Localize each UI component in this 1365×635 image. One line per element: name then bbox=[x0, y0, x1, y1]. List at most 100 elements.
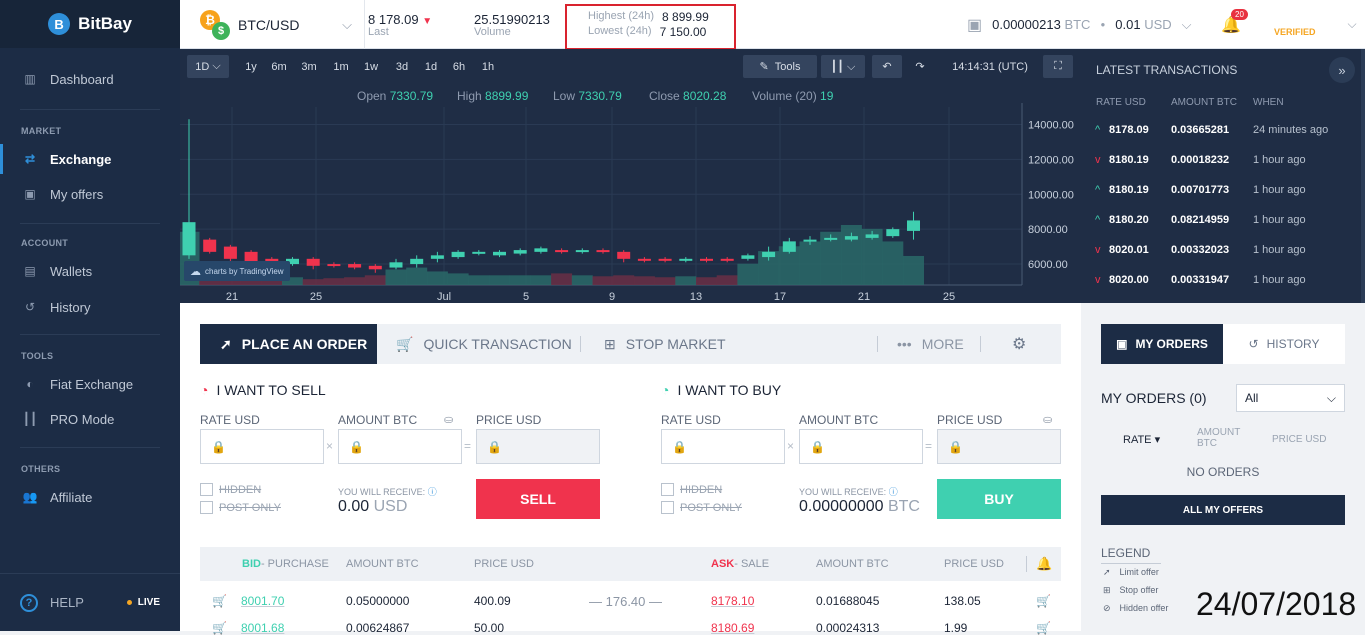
candle-body bbox=[430, 255, 444, 259]
buy-title-text: I WANT TO BUY bbox=[677, 382, 782, 398]
bell-icon[interactable]: 🔔 bbox=[1036, 547, 1052, 581]
divider bbox=[1026, 556, 1027, 572]
sidebar-item-my-offers[interactable]: ▣ My offers bbox=[0, 179, 180, 209]
sidebar-item-label: Wallets bbox=[50, 263, 93, 279]
cart-icon[interactable]: 🛒 bbox=[1036, 621, 1051, 635]
coins-icon[interactable]: ⛀ bbox=[1043, 413, 1052, 426]
bid-label: BID bbox=[242, 558, 261, 570]
account-menu[interactable]: VERIFIED ⌵ bbox=[1274, 0, 1357, 49]
buy-receive-value: 0.00000000 BTC bbox=[799, 498, 920, 516]
balance-display[interactable]: ▣ 0.00000213 BTC ● 0.01 USD ⌵ bbox=[967, 0, 1192, 49]
sidebar-item-history[interactable]: ↺ History bbox=[0, 292, 180, 322]
user-badge-icon: ▣ bbox=[1116, 337, 1128, 351]
sell-button[interactable]: SELL bbox=[476, 479, 600, 519]
info-icon[interactable]: ⓘ bbox=[428, 487, 437, 497]
checkbox[interactable] bbox=[200, 501, 213, 514]
buy-hidden-checkbox[interactable]: HIDDEN bbox=[661, 483, 722, 496]
bid-amount: 0.05000000 bbox=[346, 594, 410, 608]
scrollbar[interactable] bbox=[1361, 49, 1365, 303]
ask-label: ASK bbox=[711, 558, 735, 570]
fiat-exchange-icon: ◐ bbox=[26, 377, 34, 391]
sidebar-item-pro-mode[interactable]: ┃┃ PRO Mode bbox=[0, 404, 180, 434]
notifications-button[interactable]: 🔔 20 bbox=[1221, 0, 1248, 49]
bid-heading: BID - PURCHASE bbox=[242, 547, 329, 581]
volume-bar bbox=[385, 269, 407, 285]
sell-price-input[interactable]: 🔒 bbox=[476, 429, 600, 464]
cloud-icon: ☁ bbox=[190, 265, 201, 278]
checkbox[interactable] bbox=[200, 483, 213, 496]
candle-body bbox=[596, 250, 610, 253]
volume-bar bbox=[882, 241, 904, 285]
divider bbox=[980, 336, 981, 352]
x-tick-label: Jul bbox=[437, 291, 451, 303]
x-tick-label: 25 bbox=[943, 291, 955, 303]
bid-rate[interactable]: 8001.68 bbox=[241, 621, 337, 635]
all-my-offers-button[interactable]: ALL MY OFFERS bbox=[1101, 495, 1345, 525]
buy-button[interactable]: BUY bbox=[937, 479, 1061, 519]
help-link[interactable]: HELP bbox=[50, 595, 84, 610]
settings-button[interactable]: ⚙ bbox=[1012, 324, 1026, 364]
info-icon[interactable]: ⓘ bbox=[889, 487, 898, 497]
orders-filter-select[interactable]: All ⌵ bbox=[1236, 384, 1345, 412]
tab-place-order[interactable]: ➚ PLACE AN ORDER bbox=[200, 324, 377, 364]
tab-stop-market[interactable]: ⊞ STOP MARKET bbox=[604, 324, 726, 364]
buy-rate-input[interactable]: 🔒 bbox=[661, 429, 785, 464]
transaction-amount: 0.03665281 bbox=[1171, 124, 1230, 136]
volume-bar bbox=[716, 275, 738, 285]
volume-bar bbox=[509, 275, 531, 285]
bid-rest-label: - PURCHASE bbox=[260, 558, 329, 570]
sidebar-item-dashboard[interactable]: ▥ Dashboard bbox=[0, 64, 180, 94]
collapse-panel-button[interactable]: » bbox=[1329, 57, 1355, 83]
sell-rate-input[interactable]: 🔒 bbox=[200, 429, 324, 464]
cart-icon[interactable]: 🛒 bbox=[1036, 594, 1051, 608]
bid-rate[interactable]: 8001.70 bbox=[241, 594, 337, 608]
checkbox[interactable] bbox=[661, 483, 674, 496]
sidebar-item-wallets[interactable]: ▤ Wallets bbox=[0, 256, 180, 286]
sell-post-only-checkbox[interactable]: POST ONLY bbox=[200, 501, 281, 514]
checkbox[interactable] bbox=[661, 501, 674, 514]
tab-history[interactable]: ↺ HISTORY bbox=[1223, 324, 1345, 364]
sidebar-item-exchange[interactable]: ⇄ Exchange bbox=[0, 144, 180, 174]
candle-body bbox=[803, 239, 817, 242]
transaction-when: 1 hour ago bbox=[1253, 244, 1306, 256]
transaction-row: v 8020.01 0.00332023 1 hour ago bbox=[1095, 235, 1355, 265]
ask-rate[interactable]: 8178.10 bbox=[711, 594, 807, 608]
candlestick-plot[interactable]: 14000.00 12000.00 10000.00 8000.00 6000.00 21… bbox=[180, 49, 1083, 303]
sell-amount-input[interactable]: 🔒 bbox=[338, 429, 462, 464]
transaction-when: 1 hour ago bbox=[1253, 214, 1306, 226]
lock-icon: 🔒 bbox=[810, 439, 825, 454]
transaction-rate: 8020.01 bbox=[1109, 244, 1149, 256]
sidebar-item-fiat-exchange[interactable]: ◐ Fiat Exchange bbox=[0, 369, 180, 399]
buy-amount-input[interactable]: 🔒 bbox=[799, 429, 923, 464]
receive-amount: 0.00 bbox=[338, 498, 370, 515]
last-label: Last bbox=[368, 26, 389, 38]
sell-hidden-checkbox[interactable]: HIDDEN bbox=[200, 483, 261, 496]
tab-my-orders[interactable]: ▣ MY ORDERS bbox=[1101, 324, 1223, 364]
brand-logo[interactable]: B BitBay bbox=[0, 0, 180, 48]
cart-icon[interactable]: 🛒 bbox=[212, 621, 227, 635]
candle-body bbox=[637, 258, 651, 261]
ask-price: 1.99 bbox=[944, 621, 968, 635]
col-rate-sort[interactable]: RATE ▾ bbox=[1123, 433, 1160, 446]
coins-icon[interactable]: ⛀ bbox=[444, 413, 453, 426]
checkbox-label: POST ONLY bbox=[680, 501, 742, 514]
volume-bar bbox=[302, 279, 324, 285]
buy-post-only-checkbox[interactable]: POST ONLY bbox=[661, 501, 742, 514]
cart-icon[interactable]: 🛒 bbox=[212, 594, 227, 608]
tab-more[interactable]: ••• MORE bbox=[897, 324, 964, 364]
buy-price-input[interactable]: 🔒 bbox=[937, 429, 1061, 464]
volume-bar bbox=[364, 275, 386, 285]
sell-receive-label: YOU WILL RECEIVE: ⓘ bbox=[338, 485, 437, 498]
sidebar-item-affiliate[interactable]: 👥 Affiliate bbox=[0, 482, 180, 512]
btc-balance: 0.00000213 BTC bbox=[992, 17, 1090, 32]
receive-label-text: YOU WILL RECEIVE: bbox=[799, 487, 887, 497]
tab-label: QUICK TRANSACTION bbox=[423, 336, 572, 352]
sell-title: ◔ I WANT TO SELL bbox=[200, 382, 326, 398]
ask-rate[interactable]: 8180.69 bbox=[711, 621, 807, 635]
receive-unit: USD bbox=[373, 498, 408, 515]
pair-selector[interactable]: ₿ $ BTC/USD ⌵ bbox=[200, 0, 365, 49]
help-icon[interactable]: ? bbox=[20, 593, 38, 612]
watermark-text: charts by TradingView bbox=[205, 266, 284, 276]
tab-quick-transaction[interactable]: 🛒 QUICK TRANSACTION bbox=[396, 324, 572, 364]
transaction-rate: 8020.00 bbox=[1109, 274, 1149, 286]
